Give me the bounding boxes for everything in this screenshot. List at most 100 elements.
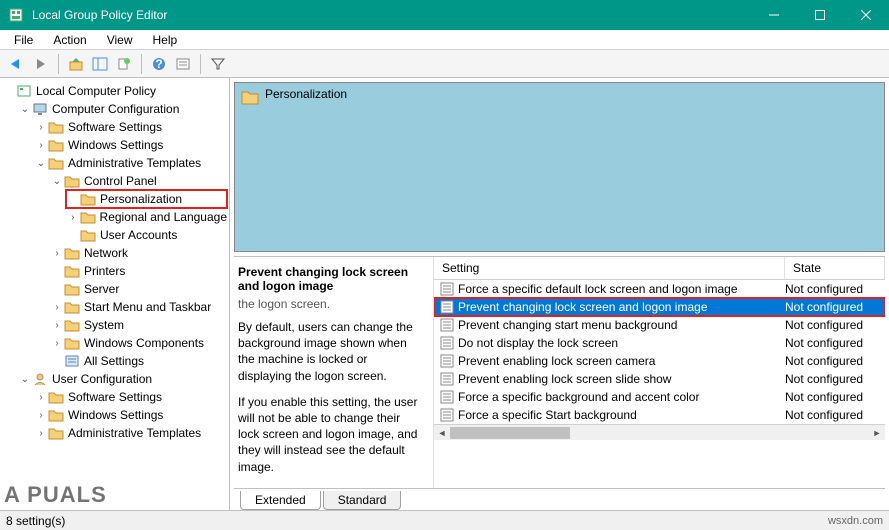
menu-view[interactable]: View bbox=[97, 31, 143, 49]
tree-personalization[interactable]: Personalization bbox=[66, 190, 227, 208]
horizontal-scrollbar[interactable]: ◄ ► bbox=[434, 424, 885, 440]
filter-button[interactable] bbox=[207, 53, 229, 75]
folder-icon bbox=[64, 300, 80, 314]
list-row[interactable]: Force a specific background and accent c… bbox=[434, 388, 885, 406]
folder-icon bbox=[64, 246, 80, 260]
list-header: Setting State bbox=[434, 257, 885, 280]
menu-file[interactable]: File bbox=[4, 31, 43, 49]
forward-button[interactable] bbox=[30, 53, 52, 75]
detail-header: Personalization bbox=[234, 82, 885, 252]
chevron-right-icon[interactable]: › bbox=[34, 392, 48, 403]
tree-control-panel[interactable]: ⌄Control Panel bbox=[50, 172, 227, 190]
back-button[interactable] bbox=[6, 53, 28, 75]
row-state: Not configured bbox=[785, 372, 885, 386]
scroll-thumb[interactable] bbox=[450, 427, 570, 439]
policy-item-icon bbox=[440, 372, 454, 386]
app-icon bbox=[8, 7, 24, 23]
chevron-down-icon[interactable]: ⌄ bbox=[18, 104, 32, 115]
status-count: 8 setting(s) bbox=[6, 514, 65, 528]
toolbar-separator bbox=[141, 54, 142, 74]
list-row[interactable]: Prevent changing lock screen and logon i… bbox=[434, 298, 885, 316]
tab-standard[interactable]: Standard bbox=[323, 491, 402, 510]
chevron-right-icon[interactable]: › bbox=[34, 428, 48, 439]
scroll-left-arrow[interactable]: ◄ bbox=[434, 425, 450, 441]
chevron-down-icon[interactable]: ⌄ bbox=[18, 374, 32, 385]
tree-user-accounts[interactable]: User Accounts bbox=[66, 226, 227, 244]
list-row[interactable]: Do not display the lock screenNot config… bbox=[434, 334, 885, 352]
chevron-right-icon[interactable]: › bbox=[34, 410, 48, 421]
menubar: File Action View Help bbox=[0, 30, 889, 50]
tree-pane: Local Computer Policy ⌄ Computer Configu… bbox=[0, 78, 230, 510]
up-button[interactable] bbox=[65, 53, 87, 75]
list-row[interactable]: Force a specific default lock screen and… bbox=[434, 280, 885, 298]
help-button[interactable]: ? bbox=[148, 53, 170, 75]
description-paragraph: If you enable this setting, the user wil… bbox=[238, 394, 423, 475]
row-state: Not configured bbox=[785, 282, 885, 296]
tree-windows-settings[interactable]: ›Windows Settings bbox=[34, 136, 227, 154]
list-row[interactable]: Prevent enabling lock screen cameraNot c… bbox=[434, 352, 885, 370]
scroll-right-arrow[interactable]: ► bbox=[869, 425, 885, 441]
export-button[interactable] bbox=[113, 53, 135, 75]
tree-user-admin-templates[interactable]: ›Administrative Templates bbox=[34, 424, 227, 442]
list-row[interactable]: Force a specific Start backgroundNot con… bbox=[434, 406, 885, 424]
tree-windows-components[interactable]: ›Windows Components bbox=[50, 334, 227, 352]
tree-regional[interactable]: ›Regional and Language bbox=[66, 208, 227, 226]
toolbar-separator bbox=[58, 54, 59, 74]
menu-help[interactable]: Help bbox=[143, 31, 188, 49]
chevron-right-icon[interactable]: › bbox=[50, 320, 64, 331]
close-button[interactable] bbox=[843, 0, 889, 30]
folder-icon bbox=[48, 408, 64, 422]
row-state: Not configured bbox=[785, 408, 885, 422]
tree-computer-config[interactable]: ⌄ Computer Configuration bbox=[18, 100, 227, 118]
tree-printers[interactable]: Printers bbox=[50, 262, 227, 280]
chevron-down-icon[interactable]: ⌄ bbox=[50, 176, 64, 187]
settings-list: Setting State Force a specific default l… bbox=[434, 257, 885, 488]
svg-text:?: ? bbox=[155, 57, 162, 71]
policy-item-icon bbox=[440, 318, 454, 332]
list-row[interactable]: Prevent changing start menu backgroundNo… bbox=[434, 316, 885, 334]
row-state: Not configured bbox=[785, 336, 885, 350]
chevron-right-icon[interactable]: › bbox=[34, 122, 48, 133]
tree-system[interactable]: ›System bbox=[50, 316, 227, 334]
show-hide-tree-button[interactable] bbox=[89, 53, 111, 75]
column-header-state[interactable]: State bbox=[785, 257, 885, 279]
tree-all-settings[interactable]: All Settings bbox=[50, 352, 227, 370]
chevron-right-icon[interactable]: › bbox=[50, 248, 64, 259]
chevron-down-icon[interactable]: ⌄ bbox=[34, 158, 48, 169]
tree-start-menu[interactable]: ›Start Menu and Taskbar bbox=[50, 298, 227, 316]
row-state: Not configured bbox=[785, 318, 885, 332]
chevron-right-icon[interactable]: › bbox=[66, 212, 80, 223]
row-label: Prevent enabling lock screen slide show bbox=[458, 372, 785, 386]
folder-icon bbox=[80, 192, 96, 206]
folder-icon bbox=[64, 264, 80, 278]
chevron-right-icon[interactable]: › bbox=[50, 302, 64, 313]
minimize-button[interactable] bbox=[751, 0, 797, 30]
chevron-right-icon[interactable]: › bbox=[50, 338, 64, 349]
list-row[interactable]: Prevent enabling lock screen slide showN… bbox=[434, 370, 885, 388]
chevron-right-icon[interactable]: › bbox=[34, 140, 48, 151]
row-state: Not configured bbox=[785, 354, 885, 368]
tab-extended[interactable]: Extended bbox=[240, 491, 321, 510]
properties-button[interactable] bbox=[172, 53, 194, 75]
menu-action[interactable]: Action bbox=[43, 31, 96, 49]
row-label: Prevent enabling lock screen camera bbox=[458, 354, 785, 368]
tree-user-software-settings[interactable]: ›Software Settings bbox=[34, 388, 227, 406]
row-state: Not configured bbox=[785, 300, 885, 314]
tree-software-settings[interactable]: ›Software Settings bbox=[34, 118, 227, 136]
tree-admin-templates[interactable]: ⌄Administrative Templates bbox=[34, 154, 227, 172]
row-label: Prevent changing start menu background bbox=[458, 318, 785, 332]
folder-icon bbox=[48, 390, 64, 404]
tree-user-windows-settings[interactable]: ›Windows Settings bbox=[34, 406, 227, 424]
policy-item-icon bbox=[440, 390, 454, 404]
policy-item-icon bbox=[440, 282, 454, 296]
folder-icon bbox=[64, 282, 80, 296]
maximize-button[interactable] bbox=[797, 0, 843, 30]
view-tabs: Extended Standard bbox=[234, 488, 885, 510]
tree-user-config[interactable]: ⌄ User Configuration bbox=[18, 370, 227, 388]
column-header-setting[interactable]: Setting bbox=[434, 257, 785, 279]
tree-network[interactable]: ›Network bbox=[50, 244, 227, 262]
computer-icon bbox=[32, 102, 48, 116]
folder-icon bbox=[48, 138, 64, 152]
tree-root[interactable]: Local Computer Policy bbox=[2, 82, 227, 100]
tree-server[interactable]: Server bbox=[50, 280, 227, 298]
